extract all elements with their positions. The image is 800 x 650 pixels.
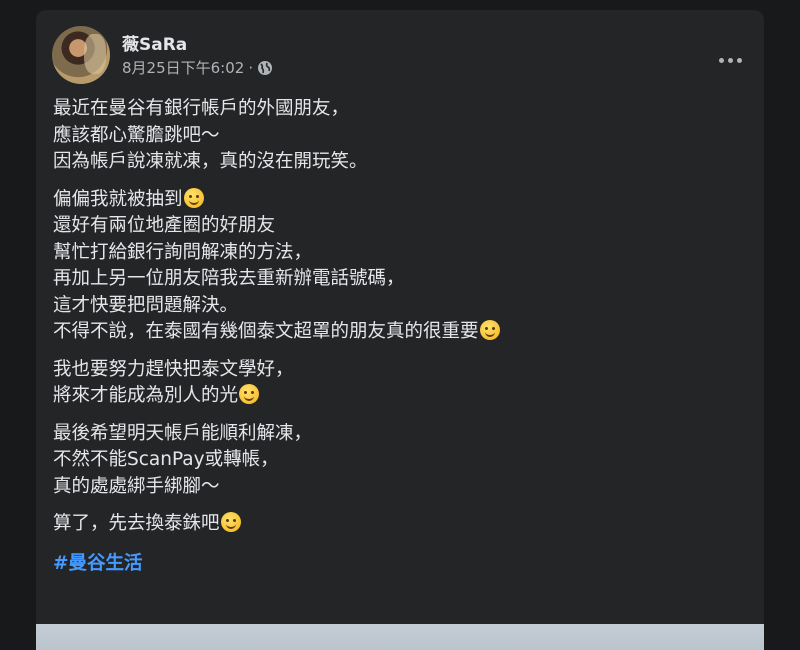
text-line: 幫忙打給銀行詢問解凍的方法， bbox=[53, 241, 313, 263]
text-line: 真的處處綁手綁腳～ bbox=[53, 475, 220, 497]
hashtag-link[interactable]: #曼谷生活 bbox=[53, 551, 143, 578]
post-timestamp[interactable]: 8月25日下午6:02 bbox=[122, 57, 244, 78]
globe-icon bbox=[258, 60, 273, 75]
paragraph-3: 我也要努力趕快把泰文學好， 將來才能成為別人的光 bbox=[53, 357, 744, 410]
paragraph-4: 最後希望明天帳戶能順利解凍， 不然不能ScanPay或轉帳， 真的處處綁手綁腳～ bbox=[53, 421, 744, 501]
paragraph-2: 偏偏我就被抽到 還好有兩位地產圈的好朋友 幫忙打給銀行詢問解凍的方法， 再加上另… bbox=[53, 187, 744, 346]
text-line: 應該都心驚膽跳吧～ bbox=[53, 124, 220, 146]
text-line-with-emoji: 偏偏我就被抽到 bbox=[53, 187, 744, 214]
post-header: 薇SaRa 8月25日下午6:02 · bbox=[52, 24, 748, 88]
text-line: 算了，先去換泰銖吧 bbox=[53, 513, 220, 534]
paragraph-5: 算了，先去換泰銖吧 bbox=[53, 511, 744, 538]
author-name[interactable]: 薇SaRa bbox=[122, 30, 187, 55]
text-line: 將來才能成為別人的光 bbox=[53, 385, 239, 406]
hand-over-mouth-emoji bbox=[239, 384, 260, 404]
text-line: 不得不說，在泰國有幾個泰文超罩的朋友真的很重要 bbox=[53, 321, 479, 342]
text-line: 還好有兩位地產圈的好朋友 bbox=[53, 215, 276, 236]
text-line: 因為帳戶說凍就凍，真的沒在開玩笑。 bbox=[53, 151, 368, 172]
text-line: 我也要努力趕快把泰文學好， bbox=[53, 358, 294, 380]
paragraph-1: 最近在曼谷有銀行帳戶的外國朋友， 應該都心驚膽跳吧～ 因為帳戶說凍就凍，真的沒在… bbox=[53, 96, 744, 176]
text-line: 這才快要把問題解決。 bbox=[53, 294, 239, 316]
post-card: 薇SaRa 8月25日下午6:02 · 最近在曼谷有銀行帳戶的外國朋友， 應該都… bbox=[36, 10, 764, 650]
weary-emoji bbox=[220, 512, 241, 532]
rolling-laughing-emoji bbox=[479, 320, 500, 340]
more-options-button[interactable] bbox=[712, 48, 748, 72]
text-line-with-emoji: 不得不說，在泰國有幾個泰文超罩的朋友真的很重要 bbox=[53, 319, 744, 346]
text-line: 最近在曼谷有銀行帳戶的外國朋友， bbox=[53, 98, 350, 119]
post-photo[interactable] bbox=[36, 624, 764, 650]
text-line-with-emoji: 將來才能成為別人的光 bbox=[53, 383, 744, 410]
text-line-with-emoji: 算了，先去換泰銖吧 bbox=[53, 511, 744, 538]
text-line: 最後希望明天帳戶能順利解凍， bbox=[53, 422, 313, 444]
grinning-sweat-emoji bbox=[183, 187, 204, 208]
text-line: 不然不能ScanPay或轉帳， bbox=[53, 449, 279, 470]
text-line: 再加上另一位朋友陪我去重新辦電話號碼， bbox=[53, 268, 405, 289]
post-meta: 8月25日下午6:02 · bbox=[122, 57, 273, 78]
text-line: 偏偏我就被抽到 bbox=[53, 188, 183, 210]
meta-separator: · bbox=[248, 58, 254, 77]
avatar[interactable] bbox=[52, 26, 110, 84]
post-body: 最近在曼谷有銀行帳戶的外國朋友， 應該都心驚膽跳吧～ 因為帳戶說凍就凍，真的沒在… bbox=[53, 96, 744, 577]
